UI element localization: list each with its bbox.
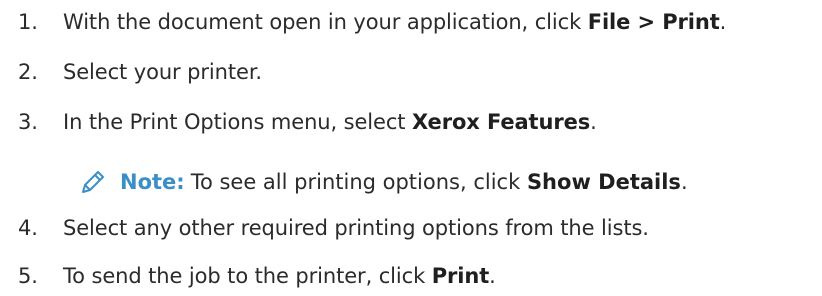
step-number: 5. [18, 264, 38, 288]
show-details-text: Show Details [526, 170, 681, 194]
step-number: 4. [18, 216, 38, 240]
step-text: Select any other required printing optio… [63, 216, 649, 240]
instructions-document: 1. With the document open in your applic… [0, 0, 822, 296]
step-text: In the Print Options menu, select Xerox … [63, 110, 597, 134]
feature-name: Xerox Features [412, 110, 591, 134]
print-command: Print [431, 264, 490, 288]
step-number: 1. [18, 10, 38, 34]
note: Note: To see all printing options, click… [78, 164, 688, 200]
menu-path: File > Print [587, 10, 720, 34]
step-text: To send the job to the printer, click Pr… [63, 264, 496, 288]
step-text: Select your printer. [63, 60, 262, 84]
note-text: To see all printing options, click Show … [190, 170, 688, 194]
step-number: 3. [18, 110, 38, 134]
note-label: Note: [120, 170, 185, 194]
step-number: 2. [18, 60, 38, 84]
pencil-icon [78, 167, 108, 197]
step-text: With the document open in your applicati… [63, 10, 727, 34]
